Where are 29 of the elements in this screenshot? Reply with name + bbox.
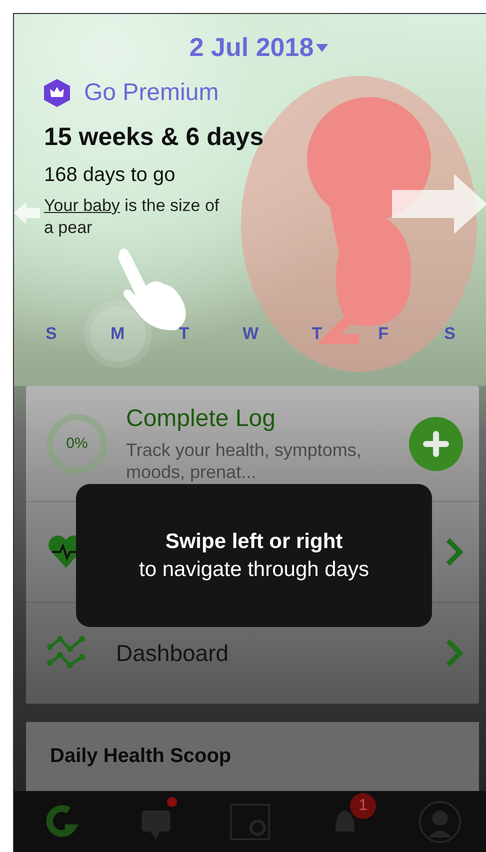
caret-icon[interactable] <box>316 44 328 52</box>
pregnancy-weeks: 15 weeks & 6 days <box>44 123 265 152</box>
log-title[interactable]: Complete Log <box>126 404 391 432</box>
weekday[interactable]: F <box>355 306 412 362</box>
scoop-title: Daily Health Scoop <box>50 745 232 768</box>
baby-size-text: Your baby is the size of a pear <box>44 195 220 239</box>
toast-message: to navigate through days <box>139 558 369 582</box>
chevron-icon <box>445 638 463 668</box>
profile-icon <box>416 799 463 845</box>
weekday[interactable]: S <box>23 306 80 362</box>
alerts-tab[interactable]: 1 <box>314 793 376 851</box>
right-arrow-icon <box>392 174 486 234</box>
crown-icon[interactable] <box>44 79 70 107</box>
days-to-go: 168 days to go <box>44 164 176 187</box>
date-title[interactable]: 2 Jul 2018 <box>189 32 314 63</box>
weekday[interactable]: S <box>422 306 478 362</box>
progress-percent: 0% <box>65 434 89 454</box>
baby-link[interactable]: Your baby <box>44 196 120 215</box>
weekday[interactable]: T <box>288 306 345 362</box>
premium-link[interactable]: Go Premium <box>84 79 219 107</box>
chevron-icon <box>445 537 463 567</box>
plus-icon <box>423 430 449 456</box>
weekday[interactable]: W <box>222 306 278 362</box>
notification-badge: 1 <box>350 793 376 819</box>
toast-title: Swipe left or right <box>165 530 343 554</box>
weekday[interactable]: T <box>156 306 212 362</box>
log-description: Track your health, symptoms, moods, prenat... <box>126 438 362 482</box>
add-button[interactable] <box>409 416 463 470</box>
weekday[interactable]: M <box>90 306 146 362</box>
